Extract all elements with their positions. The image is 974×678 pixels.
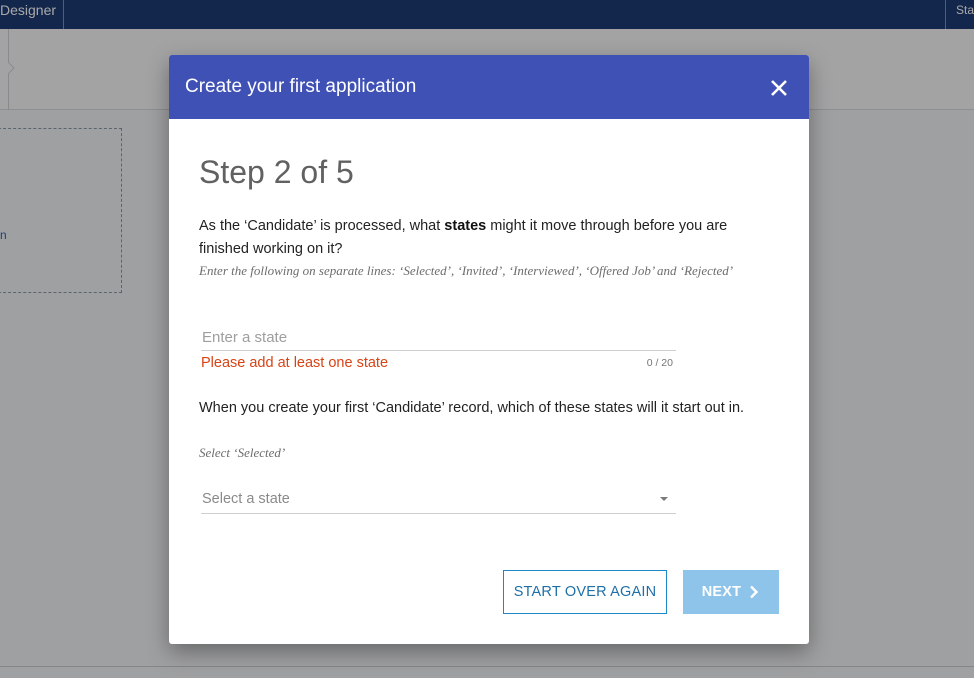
next-label: NEXT [701, 584, 742, 600]
states-question-start: As the ‘Candidate’ is processed, what [199, 218, 445, 234]
close-button[interactable] [768, 77, 790, 99]
dialog-title: Create your first application [185, 76, 417, 97]
select-value: Select a state [202, 491, 290, 507]
state-input[interactable] [201, 325, 676, 351]
create-application-dialog: Create your first application Step 2 of … [169, 55, 809, 644]
states-question: As the ‘Candidate’ is processed, what st… [199, 215, 774, 261]
chevron-right-icon [750, 585, 759, 599]
start-over-button[interactable]: START OVER AGAIN [503, 570, 667, 614]
step-title: Step 2 of 5 [199, 154, 354, 190]
initial-state-select[interactable]: Select a state [201, 489, 676, 514]
initial-state-hint: Select ‘Selected’ [199, 445, 286, 460]
states-hint: Enter the following on separate lines: ‘… [199, 263, 734, 278]
state-error-message: Please add at least one state [201, 355, 389, 371]
caret-down-icon [660, 497, 668, 501]
state-counter: 0 / 20 [646, 357, 673, 369]
states-question-keyword: states [444, 218, 487, 234]
dialog-header: Create your first application [169, 55, 809, 119]
next-button[interactable]: NEXT [683, 570, 779, 614]
start-over-label: START OVER AGAIN [513, 584, 657, 600]
close-icon [771, 80, 787, 96]
initial-state-question: When you create your first ‘Candidate’ r… [199, 400, 745, 416]
